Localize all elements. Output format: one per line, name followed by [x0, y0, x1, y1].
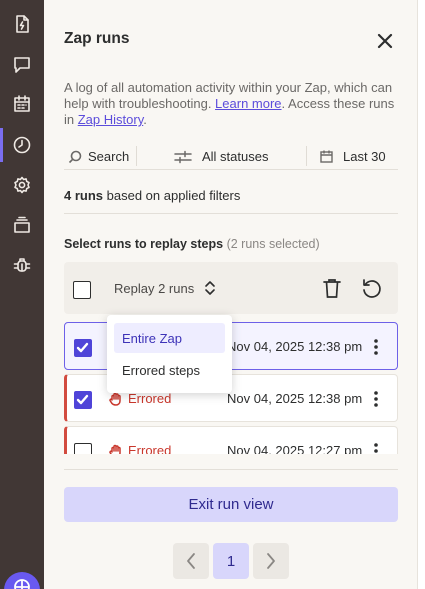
- kebab-menu-icon: [374, 391, 378, 407]
- replay-title-text: Select runs to replay steps: [64, 237, 224, 251]
- zap-file-icon[interactable]: [8, 10, 36, 38]
- run-status-label: Errored: [128, 391, 172, 406]
- results-count-rest: based on applied filters: [103, 188, 241, 203]
- rail-active-indicator: [0, 128, 3, 162]
- checkmark-icon: [76, 342, 89, 353]
- filter-bar: Search All statuses Last 30: [64, 142, 398, 170]
- zap-history-link[interactable]: Zap History: [78, 112, 144, 127]
- run-date: Nov 04, 2025 12:38 pm: [227, 391, 363, 406]
- date-filter-label: Last 30: [343, 149, 386, 164]
- kebab-menu-icon: [374, 443, 378, 453]
- divider: [64, 213, 398, 214]
- learn-more-link[interactable]: Learn more: [215, 96, 281, 111]
- divider: [64, 469, 398, 470]
- replay-button-label: Replay 2 runs: [114, 280, 195, 296]
- status-filter-label: All statuses: [202, 149, 269, 164]
- replay-runs-button[interactable]: Replay 2 runs: [114, 280, 216, 296]
- run-checkbox[interactable]: [74, 391, 92, 409]
- close-icon: [377, 33, 393, 49]
- pagination: 1: [173, 543, 289, 579]
- description-text-3: .: [143, 112, 147, 127]
- settings-gear-icon[interactable]: [8, 171, 36, 199]
- chevron-left-icon: [187, 553, 195, 569]
- bug-icon[interactable]: [8, 251, 36, 279]
- calendar-icon[interactable]: [8, 90, 36, 118]
- run-status: Errored: [109, 443, 171, 454]
- checkmark-icon: [76, 394, 89, 405]
- select-all-checkbox[interactable]: [73, 281, 91, 299]
- canvas-edge: [418, 0, 425, 589]
- calendar-icon: [320, 150, 333, 163]
- replay-option-entire-zap[interactable]: Entire Zap: [114, 323, 225, 353]
- previous-page-button[interactable]: [173, 543, 209, 579]
- results-count: 4 runs based on applied filters: [64, 188, 240, 203]
- refresh-icon: [363, 279, 381, 298]
- search-icon: [68, 150, 82, 163]
- error-hand-icon: [109, 392, 121, 406]
- filter-separator: [306, 146, 307, 166]
- current-page-button[interactable]: 1: [213, 543, 249, 579]
- app-sidebar-rail: [0, 0, 44, 589]
- refresh-button[interactable]: [360, 277, 382, 299]
- status-filter[interactable]: All statuses: [174, 149, 268, 164]
- search-label: Search: [88, 149, 130, 164]
- close-button[interactable]: [375, 31, 395, 51]
- run-checkbox[interactable]: [74, 443, 92, 454]
- search-filter[interactable]: Search: [68, 149, 129, 164]
- run-status-label: Errored: [128, 443, 172, 454]
- run-menu-button[interactable]: [371, 441, 381, 454]
- panel-description: A log of all automation activity within …: [64, 80, 399, 128]
- replay-options-dropdown: Entire Zap Errored steps: [107, 315, 232, 393]
- next-page-button[interactable]: [253, 543, 289, 579]
- chevron-right-icon: [267, 553, 275, 569]
- run-row[interactable]: Errored Nov 04, 2025 12:27 pm: [64, 426, 398, 454]
- run-menu-button[interactable]: [371, 389, 381, 409]
- run-date: Nov 04, 2025 12:38 pm: [227, 339, 363, 354]
- run-date: Nov 04, 2025 12:27 pm: [227, 443, 363, 454]
- run-menu-button[interactable]: [371, 337, 381, 357]
- delete-runs-button[interactable]: [321, 277, 343, 299]
- error-hand-icon: [109, 444, 121, 454]
- history-clock-icon[interactable]: [8, 131, 36, 159]
- exit-run-view-button[interactable]: Exit run view: [64, 487, 398, 522]
- results-count-bold: 4 runs: [64, 188, 104, 203]
- replay-option-errored-steps[interactable]: Errored steps: [114, 355, 225, 385]
- trash-icon: [323, 279, 341, 298]
- filter-separator: [136, 146, 137, 166]
- replay-action-bar: Replay 2 runs: [64, 262, 398, 314]
- chat-icon[interactable]: [8, 51, 36, 79]
- avatar-logo-icon[interactable]: [4, 572, 40, 589]
- panel-title: Zap runs: [64, 30, 130, 47]
- stack-icon[interactable]: [8, 211, 36, 239]
- filter-sliders-icon: [174, 150, 192, 163]
- selection-note: (2 runs selected): [223, 237, 320, 251]
- chevron-up-down-icon: [205, 281, 216, 295]
- replay-section-title: Select runs to replay steps (2 runs sele…: [64, 237, 320, 251]
- kebab-menu-icon: [374, 339, 378, 355]
- run-status: Errored: [109, 391, 171, 406]
- date-filter[interactable]: Last 30: [320, 149, 398, 164]
- run-checkbox[interactable]: [74, 339, 92, 357]
